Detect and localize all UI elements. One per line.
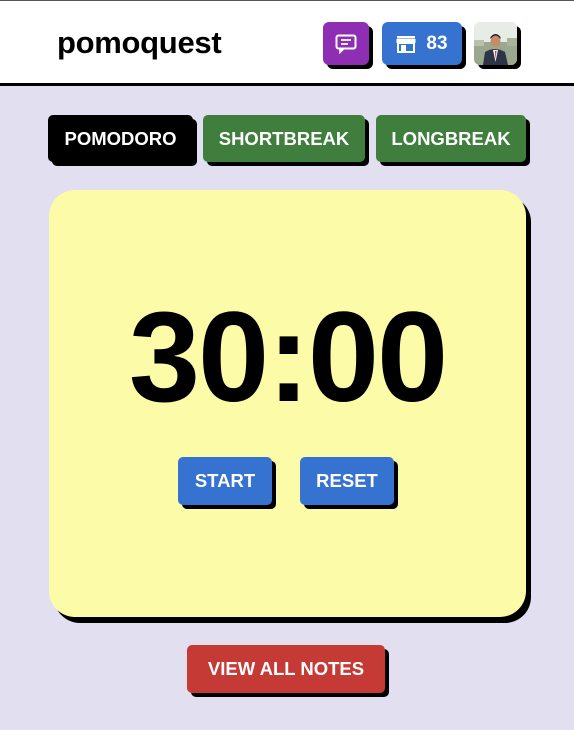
timer-display: 30:00 [128,286,448,429]
timer-card: 30:00 START RESET [49,190,526,617]
avatar-photo [474,22,517,65]
tab-pomodoro[interactable]: POMODORO [48,115,193,162]
start-button[interactable]: START [178,457,272,505]
top-header: pomoquest 83 [0,0,574,86]
notes-button[interactable] [323,22,369,65]
user-avatar[interactable] [474,22,517,65]
app-logo[interactable]: pomoquest [57,25,222,61]
message-square-icon [335,34,357,54]
tab-longbreak[interactable]: LONGBREAK [376,115,526,162]
tab-shortbreak[interactable]: SHORTBREAK [203,115,365,162]
coin-count: 83 [426,32,448,54]
reset-button[interactable]: RESET [300,457,394,505]
view-all-notes-button[interactable]: VIEW ALL NOTES [187,645,385,693]
store-icon [396,35,416,53]
shop-button[interactable]: 83 [382,22,462,65]
